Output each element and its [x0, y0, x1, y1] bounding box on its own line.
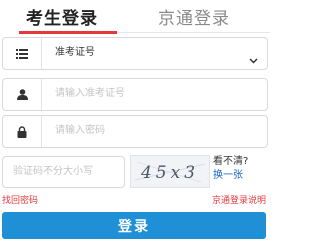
cant-see-label: 看不清? [213, 156, 249, 167]
ticket-number-field[interactable]: 请输入准考证号 [2, 78, 268, 111]
id-type-select[interactable]: 准考证号 [2, 37, 268, 70]
chevron-down-icon [249, 49, 258, 68]
tab-student-login[interactable]: 考生登录 [26, 4, 98, 29]
captcha-field[interactable]: 验证码不分大小写 [2, 156, 125, 188]
captcha-text: 45x3 [140, 163, 199, 183]
user-icon [3, 79, 42, 110]
captcha-input[interactable]: 验证码不分大小写 [13, 165, 93, 179]
password-field[interactable]: 请输入密码 [2, 115, 268, 148]
tab-jingtong-login[interactable]: 京通登录 [158, 4, 230, 29]
forgot-password-link[interactable]: 找回密码 [2, 195, 38, 207]
login-button[interactable]: 登录 [2, 212, 266, 239]
tab-divider-line [117, 32, 270, 33]
captcha-image[interactable]: 45x3 [130, 155, 210, 188]
refresh-captcha-link[interactable]: 换一张 [213, 170, 243, 182]
active-tab-underline [19, 31, 117, 34]
lock-icon [3, 116, 42, 147]
login-tabs: 考生登录 京通登录 [0, 0, 270, 34]
ticket-number-input[interactable]: 请输入准考证号 [55, 87, 125, 101]
jingtong-help-link[interactable]: 京通登录说明 [212, 195, 266, 207]
id-type-selected: 准考证号 [55, 47, 95, 58]
password-input[interactable]: 请输入密码 [55, 124, 105, 138]
list-icon [3, 38, 42, 69]
